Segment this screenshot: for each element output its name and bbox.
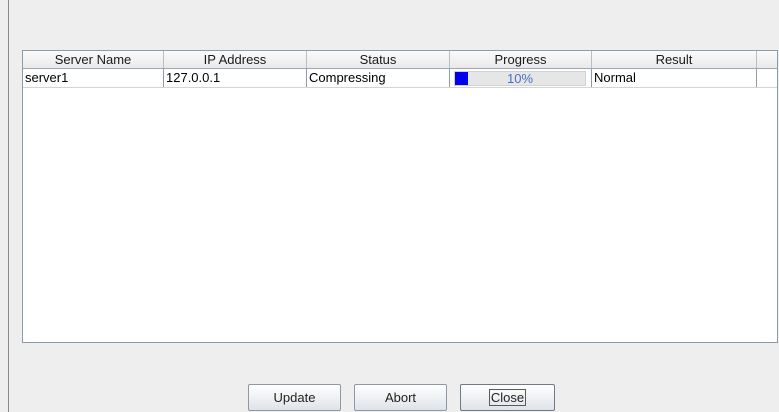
cell-server-name: server1: [23, 69, 164, 87]
window-left-border: [8, 0, 9, 412]
server-table[interactable]: Server Name IP Address Status Progress R…: [22, 50, 778, 343]
button-bar: Update Abort Close: [0, 384, 779, 412]
column-header-ip-address[interactable]: IP Address: [164, 51, 307, 68]
table-header: Server Name IP Address Status Progress R…: [23, 51, 777, 69]
table-row[interactable]: server1 127.0.0.1 Compressing 10% Normal: [23, 69, 777, 88]
cell-status: Compressing: [307, 69, 450, 87]
progress-dialog: Server Name IP Address Status Progress R…: [0, 0, 779, 412]
column-header-result[interactable]: Result: [592, 51, 757, 68]
cell-ip-address: 127.0.0.1: [164, 69, 307, 87]
close-button[interactable]: Close: [460, 384, 555, 411]
close-button-label: Close: [488, 389, 527, 406]
cell-result: Normal: [592, 69, 757, 87]
column-header-status[interactable]: Status: [307, 51, 450, 68]
column-header-filler: [757, 51, 777, 68]
update-button[interactable]: Update: [248, 384, 341, 411]
abort-button[interactable]: Abort: [354, 384, 447, 411]
column-header-server-name[interactable]: Server Name: [23, 51, 164, 68]
cell-progress: 10%: [450, 69, 592, 87]
progress-bar-label: 10%: [506, 70, 534, 86]
progress-bar: 10%: [454, 70, 586, 86]
column-header-progress[interactable]: Progress: [450, 51, 592, 68]
